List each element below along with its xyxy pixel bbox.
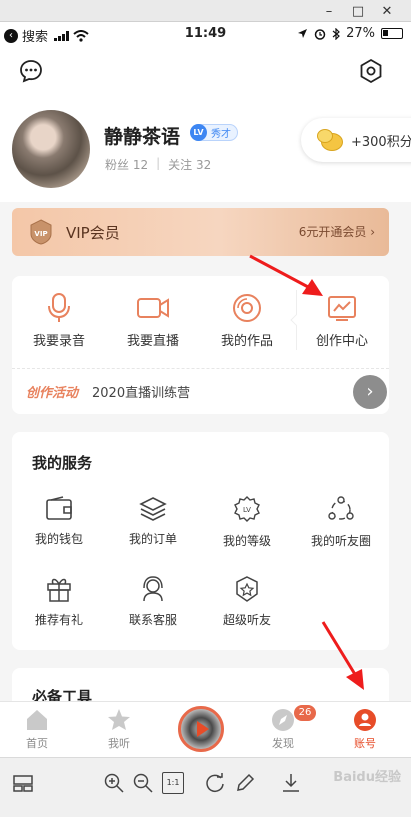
level-icon: LV: [234, 496, 260, 522]
service-label: 我的钱包: [34, 532, 83, 546]
level-title: 秀才: [211, 129, 231, 140]
battery-icon: [381, 28, 403, 39]
baidu-watermark: Baidu经验: [333, 770, 401, 785]
star-badge-icon: [236, 576, 258, 602]
activity-text: 2020直播训练营: [92, 386, 191, 401]
zoom-out-icon[interactable]: [132, 772, 154, 794]
create-item-label: 我要录音: [32, 334, 85, 349]
create-item-center[interactable]: 创作中心: [297, 292, 387, 349]
divider: |: [156, 156, 161, 170]
minimize-icon[interactable]: –: [314, 0, 344, 22]
create-item-label: 我的作品: [220, 334, 273, 349]
service-label: 我的订单: [128, 532, 177, 546]
service-label: 我的听友圈: [310, 534, 371, 548]
wallet-icon: [46, 496, 72, 520]
fans-count[interactable]: 粉丝 12: [105, 156, 148, 173]
chevron-right-icon[interactable]: ›: [353, 375, 387, 409]
gift-icon: [47, 578, 71, 602]
create-item-works[interactable]: 我的作品: [202, 292, 292, 349]
svg-text:VIP: VIP: [34, 230, 47, 238]
actual-size-button[interactable]: 1:1: [162, 772, 184, 794]
create-item-live[interactable]: 我要直播: [108, 292, 198, 349]
vip-shield-icon: VIP: [30, 219, 52, 245]
level-badge-icon: LV: [190, 124, 207, 141]
vip-cta-label: 6元开通会员: [298, 225, 367, 239]
compass-icon: [272, 709, 294, 731]
create-item-label: 创作中心: [315, 334, 368, 349]
viewer-toolbar: 1:1 Baidu经验: [0, 757, 411, 817]
service-wallet[interactable]: 我的钱包: [12, 496, 106, 547]
circle-friends-icon: [328, 496, 354, 520]
service-label: 我的等级: [222, 534, 271, 548]
create-item-record[interactable]: 我要录音: [14, 292, 104, 349]
points-button[interactable]: +300积分: [301, 118, 411, 162]
alarm-icon: [314, 28, 326, 40]
service-friends-circle[interactable]: 我的听友圈: [294, 496, 388, 549]
tab-account[interactable]: 账号: [329, 708, 401, 751]
bluetooth-icon: [332, 27, 340, 40]
service-label: 联系客服: [128, 613, 177, 627]
headset-icon: [143, 576, 163, 602]
avatar[interactable]: [12, 110, 90, 188]
points-label: +300积分: [351, 134, 411, 150]
star-icon: [108, 709, 130, 730]
tab-bar: 首页 我听 发现 26 账号: [0, 701, 411, 757]
close-icon[interactable]: ✕: [372, 0, 402, 22]
window-titlebar: – □ ✕: [0, 0, 411, 22]
following-count[interactable]: 关注 32: [168, 156, 211, 173]
service-level[interactable]: LV 我的等级: [200, 496, 294, 549]
status-bar: ‹ 搜索 11:49 27%: [0, 22, 411, 46]
settings-icon[interactable]: [358, 58, 384, 84]
microphone-icon: [48, 293, 70, 322]
tab-listen[interactable]: 我听: [83, 708, 155, 751]
chevron-right-icon: ›: [370, 225, 375, 239]
message-icon[interactable]: [18, 58, 44, 84]
download-icon[interactable]: [280, 772, 302, 794]
profile-section: 静静茶语 LV 秀才 粉丝 12 | 关注 32 +300积分: [0, 98, 411, 202]
create-item-label: 我要直播: [126, 334, 179, 349]
disc-icon: [233, 294, 261, 322]
activity-tag: 创作活动: [26, 386, 79, 401]
service-label: 推荐有礼: [34, 613, 83, 627]
vip-banner[interactable]: VIP VIP会员 6元开通会员 ›: [12, 208, 389, 256]
service-referral[interactable]: 推荐有礼: [12, 575, 106, 628]
vip-title: VIP会员: [66, 223, 120, 242]
chart-icon: [328, 296, 356, 321]
level-badge[interactable]: LV 秀才: [190, 124, 238, 141]
layout-icon[interactable]: [12, 772, 34, 794]
service-label: 超级听友: [222, 613, 271, 627]
maximize-icon[interactable]: □: [343, 0, 373, 22]
coin-icon: [317, 129, 345, 151]
service-orders[interactable]: 我的订单: [106, 496, 200, 547]
svg-text:LV: LV: [243, 506, 251, 514]
tab-label: 发现: [272, 737, 294, 750]
tab-label: 账号: [354, 737, 376, 750]
video-camera-icon: [137, 298, 169, 318]
page-header: [0, 46, 411, 98]
create-card: 我要录音 我要直播 我的作品 创作中心 创作活动 2020直播训练营 ›: [12, 276, 389, 414]
username[interactable]: 静静茶语: [104, 122, 180, 149]
zoom-in-icon[interactable]: [103, 772, 125, 794]
services-title: 我的服务: [32, 454, 93, 472]
tab-label: 首页: [26, 737, 48, 750]
services-card: 我的服务 我的钱包 我的订单 LV 我的等级 我的听友圈 推荐有礼 联系客服 超…: [12, 432, 389, 650]
edit-pencil-icon[interactable]: [234, 772, 256, 794]
service-super-listener[interactable]: 超级听友: [200, 575, 294, 628]
location-icon: [298, 29, 308, 38]
tab-home[interactable]: 首页: [1, 708, 73, 751]
layers-icon: [139, 497, 167, 521]
service-support[interactable]: 联系客服: [106, 575, 200, 628]
discover-badge: 26: [294, 705, 316, 721]
home-icon: [27, 710, 47, 730]
account-icon: [354, 709, 376, 731]
tab-label: 我听: [108, 737, 130, 750]
now-playing-button[interactable]: [178, 706, 224, 752]
activity-row[interactable]: 创作活动 2020直播训练营 ›: [12, 368, 389, 414]
vip-cta[interactable]: 6元开通会员 ›: [299, 223, 375, 240]
rotate-icon[interactable]: [204, 772, 226, 794]
battery-percent: 27%: [346, 26, 375, 41]
